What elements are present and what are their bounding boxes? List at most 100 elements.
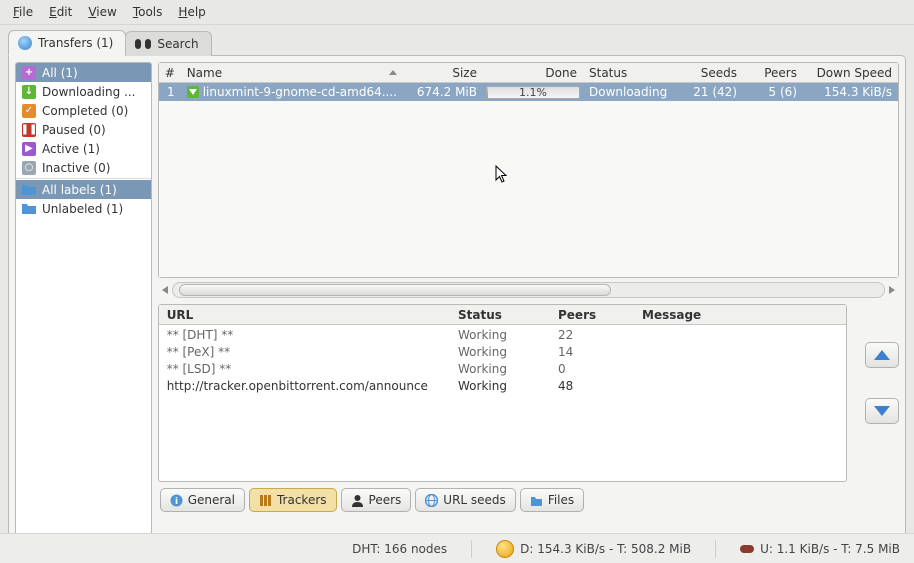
torrent-table: # Name Size Done Status Seeds Peers Down…: [158, 62, 899, 278]
col-url[interactable]: URL: [159, 305, 452, 324]
tab-transfers[interactable]: Transfers (1): [8, 30, 126, 56]
horizontal-scrollbar[interactable]: [172, 282, 885, 298]
download-icon: [187, 86, 199, 98]
tracker-peers: 14: [552, 342, 636, 359]
torrent-size: 674.2 MiB: [403, 85, 483, 99]
sidebar-item-label: Paused (0): [42, 123, 106, 137]
menu-edit[interactable]: Edit: [42, 2, 79, 22]
status-up-group: U: 1.1 KiB/s - T: 7.5 MiB: [740, 542, 900, 556]
tracker-row[interactable]: ** [DHT] **Working22: [159, 325, 846, 342]
binoculars-icon: [135, 39, 151, 49]
move-down-button[interactable]: [865, 398, 899, 424]
torrent-done-cell: 1.1%: [483, 86, 583, 99]
sidebar-item[interactable]: Unlabeled (1): [16, 199, 151, 218]
divider: [471, 540, 472, 558]
folder-icon: [530, 494, 543, 507]
tracker-peers: 22: [552, 325, 636, 342]
tracker-row[interactable]: ** [LSD] **Working0: [159, 359, 846, 376]
sidebar-item[interactable]: ❚❚ Paused (0): [16, 120, 151, 139]
col-name[interactable]: Name: [181, 63, 403, 82]
tracker-message: [636, 359, 846, 376]
rate-icon[interactable]: [496, 540, 514, 558]
tracker-row[interactable]: ** [PeX] **Working14: [159, 342, 846, 359]
col-message[interactable]: Message: [636, 305, 846, 324]
col-num[interactable]: #: [159, 63, 181, 82]
torrent-table-header[interactable]: # Name Size Done Status Seeds Peers Down…: [159, 63, 898, 83]
tab-general[interactable]: i General: [160, 488, 245, 512]
tracker-status: Working: [452, 376, 552, 393]
detail-tabs: i General Trackers Peers URL seeds: [158, 482, 899, 514]
status-dht: DHT: 166 nodes: [352, 542, 447, 556]
sidebar-item[interactable]: ○Inactive (0): [16, 158, 151, 177]
scrollbar-thumb[interactable]: [179, 284, 611, 296]
status-icon: ↓: [22, 85, 36, 99]
chevron-down-icon: [874, 406, 890, 416]
menu-tools[interactable]: Tools: [126, 2, 170, 22]
chevron-up-icon: [874, 350, 890, 360]
tracker-status: Working: [452, 325, 552, 342]
col-seeds[interactable]: Seeds: [683, 63, 743, 82]
torrent-seeds: 21 (42): [683, 85, 743, 99]
col-size[interactable]: Size: [403, 63, 483, 82]
trackers-panel: URL Status Peers Message ** [DHT] **Work…: [158, 304, 847, 482]
sidebar-item[interactable]: +All (1): [16, 63, 151, 82]
sidebar-item[interactable]: ↓ Downloading ...: [16, 82, 151, 101]
tab-peers[interactable]: Peers: [341, 488, 412, 512]
menu-help[interactable]: Help: [171, 2, 212, 22]
torrent-row[interactable]: 1 linuxmint-9-gnome-cd-amd64.... 674.2 M…: [159, 83, 898, 101]
torrent-peers: 5 (6): [743, 85, 803, 99]
status-down-group: D: 154.3 KiB/s - T: 508.2 MiB: [496, 540, 691, 558]
tracker-url: http://tracker.openbittorrent.com/announ…: [159, 376, 452, 393]
tracker-url: ** [LSD] **: [159, 359, 452, 376]
col-down[interactable]: Down Speed: [803, 63, 898, 82]
person-icon: [351, 494, 364, 507]
move-up-button[interactable]: [865, 342, 899, 368]
tab-files[interactable]: Files: [520, 488, 584, 512]
tracker-peers: 48: [552, 376, 636, 393]
menu-file[interactable]: File: [6, 2, 40, 22]
divider: [715, 540, 716, 558]
torrent-num: 1: [159, 85, 181, 99]
main-panel: +All (1) ↓ Downloading ... ✓ Completed (0) ❚❚…: [8, 55, 906, 552]
torrent-name-cell: linuxmint-9-gnome-cd-amd64....: [181, 85, 403, 99]
tab-search[interactable]: Search: [125, 31, 211, 56]
sidebar-item[interactable]: ▶Active (1): [16, 139, 151, 158]
sidebar-item-label: Downloading ...: [42, 85, 135, 99]
col-peers[interactable]: Peers: [743, 63, 803, 82]
progress-label: 1.1%: [487, 87, 579, 98]
tab-urlseeds[interactable]: URL seeds: [415, 488, 516, 512]
sidebar-item[interactable]: ✓ Completed (0): [16, 101, 151, 120]
status-up: U: 1.1 KiB/s - T: 7.5 MiB: [760, 542, 900, 556]
folder-icon: [22, 183, 36, 197]
sidebar-item-label: Unlabeled (1): [42, 202, 123, 216]
tab-transfers-label: Transfers (1): [38, 36, 113, 50]
col-tracker-status[interactable]: Status: [452, 305, 552, 324]
trackers-icon: [259, 494, 272, 507]
status-icon: ✓: [22, 104, 36, 118]
details-wrap: URL Status Peers Message ** [DHT] **Work…: [158, 304, 899, 482]
menu-view[interactable]: View: [81, 2, 123, 22]
sidebar-item-label: Active (1): [42, 142, 100, 156]
tab-trackers[interactable]: Trackers: [249, 488, 337, 512]
col-status[interactable]: Status: [583, 63, 683, 82]
col-tracker-peers[interactable]: Peers: [552, 305, 636, 324]
url-icon: [425, 494, 438, 507]
up-icon[interactable]: [740, 545, 754, 553]
col-done[interactable]: Done: [483, 63, 583, 82]
sidebar-item-label: Completed (0): [42, 104, 128, 118]
torrent-status: Downloading: [583, 85, 683, 99]
trackers-header[interactable]: URL Status Peers Message: [159, 305, 846, 325]
tracker-url: ** [PeX] **: [159, 342, 452, 359]
divider: [16, 178, 151, 179]
tracker-row[interactable]: http://tracker.openbittorrent.com/announ…: [159, 376, 846, 393]
main-tabs: Transfers (1) Search: [8, 30, 906, 56]
sidebar-item[interactable]: All labels (1): [16, 180, 151, 199]
tracker-url: ** [DHT] **: [159, 325, 452, 342]
tracker-status: Working: [452, 342, 552, 359]
tab-search-label: Search: [157, 37, 198, 51]
sidebar-item-label: All (1): [42, 66, 78, 80]
content-area: Transfers (1) Search +All (1) ↓ Downloadin…: [0, 24, 914, 533]
status-icon: ○: [22, 161, 36, 175]
status-icon: ❚❚: [22, 123, 36, 137]
tracker-message: [636, 325, 846, 342]
